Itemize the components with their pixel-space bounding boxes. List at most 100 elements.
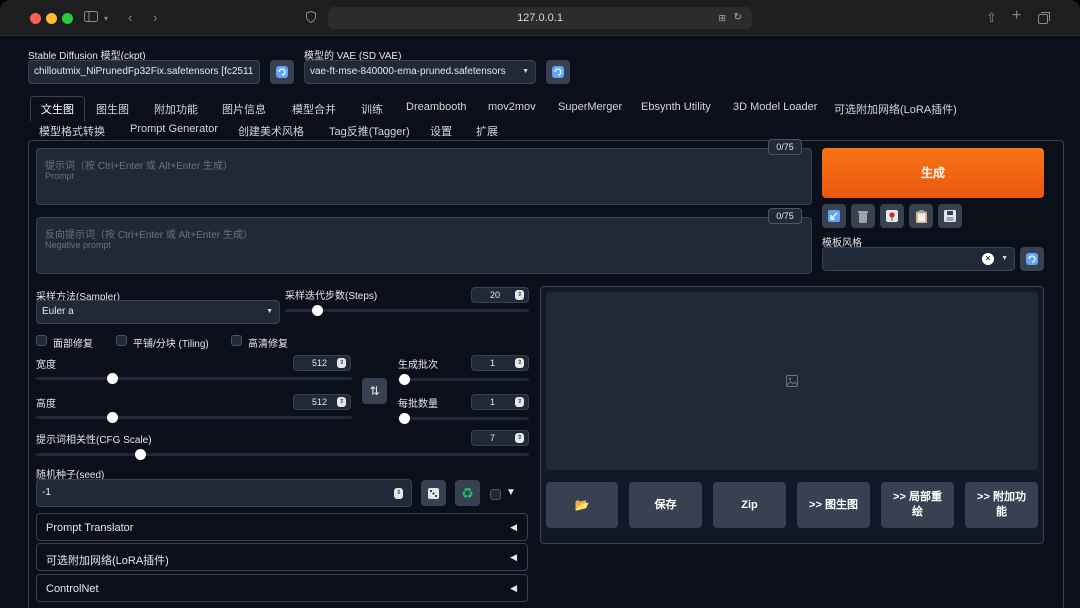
send-to-extras-button[interactable]: >> 附加功能 [965, 482, 1038, 528]
stepper-icon[interactable]: ⇕ [394, 488, 403, 499]
tab-primary-2[interactable]: 附加功能 [154, 101, 198, 117]
triangle-down-icon[interactable]: ▼ [506, 487, 516, 498]
stepper-icon[interactable]: ⇕ [515, 433, 524, 443]
batch-size-input[interactable]: 1 ⇕ [471, 394, 529, 410]
batch-count-slider-track[interactable] [398, 378, 529, 381]
tab-primary-5[interactable]: 训练 [361, 101, 383, 117]
hires-fix-checkbox[interactable] [231, 335, 242, 346]
tab-secondary-5[interactable]: 扩展 [476, 123, 498, 139]
shield-icon[interactable] [306, 10, 316, 28]
random-seed-button[interactable] [421, 480, 446, 506]
tab-primary-8[interactable]: SuperMerger [558, 101, 622, 113]
batch-size-slider-track[interactable] [398, 417, 529, 420]
tab-secondary-3[interactable]: Tag反推(Tagger) [329, 123, 410, 139]
refresh-vae-button[interactable] [546, 60, 570, 84]
steps-slider-handle[interactable] [311, 305, 323, 316]
prompt-input[interactable]: 提示词（按 Ctrl+Enter 或 Alt+Enter 生成） Prompt [36, 148, 812, 205]
vae-select[interactable]: vae-ft-mse-840000-ema-pruned.safetensors… [304, 60, 536, 84]
batch-count-slider-handle[interactable] [399, 374, 410, 385]
send-to-inpaint-button[interactable]: >> 局部重绘 [881, 482, 954, 528]
output-image-area[interactable] [546, 292, 1038, 470]
apply-style-button[interactable] [909, 204, 933, 228]
send-to-img2img-button[interactable]: >> 图生图 [797, 482, 870, 528]
maximize-window-button[interactable] [62, 13, 73, 24]
tab-txt2img[interactable]: 文生图 [30, 96, 85, 121]
floppy-disk-icon [944, 210, 956, 222]
accordion-title: ControlNet [46, 583, 99, 595]
refresh-ckpt-button[interactable] [270, 60, 294, 84]
style-select[interactable]: ✕ ▼ [822, 247, 1015, 271]
accordion-controlnet[interactable]: ControlNet ◀ [36, 574, 528, 602]
tabs-overview-icon[interactable] [1038, 11, 1050, 29]
stepper-icon[interactable]: ⇕ [337, 358, 346, 368]
clear-prompt-button[interactable] [851, 204, 875, 228]
tab-primary-3[interactable]: 图片信息 [222, 101, 266, 117]
reuse-seed-button[interactable]: ♻ [455, 480, 480, 506]
width-slider-handle[interactable] [106, 373, 118, 384]
stepper-icon[interactable]: ⇕ [515, 358, 524, 368]
read-params-button[interactable] [822, 204, 846, 228]
negative-placeholder-en: Negative prompt [45, 240, 112, 250]
chevron-down-icon: ▼ [266, 308, 273, 315]
prompt-token-counter: 0/75 [768, 139, 802, 155]
sidebar-toggle-icon[interactable] [84, 9, 98, 27]
cfg-slider-handle[interactable] [134, 449, 146, 460]
tiling-checkbox[interactable] [116, 335, 127, 346]
tab-primary-11[interactable]: 可选附加网络(LoRA插件) [834, 101, 957, 117]
translate-icon[interactable]: ⊞ [718, 7, 726, 29]
tab-secondary-4[interactable]: 设置 [430, 123, 452, 139]
stepper-icon[interactable]: ⇕ [337, 397, 346, 407]
tab-primary-7[interactable]: mov2mov [488, 101, 536, 113]
close-window-button[interactable] [30, 13, 41, 24]
tab-primary-6[interactable]: Dreambooth [406, 101, 467, 113]
tab-primary-10[interactable]: 3D Model Loader [733, 101, 817, 113]
negative-prompt-input[interactable]: 反向提示词（按 Ctrl+Enter 或 Alt+Enter 生成） Negat… [36, 217, 812, 274]
accordion-prompt-translator[interactable]: Prompt Translator ◀ [36, 513, 528, 541]
generate-button[interactable]: 生成 [822, 148, 1044, 198]
tab-secondary-1[interactable]: Prompt Generator [130, 123, 218, 135]
minimize-window-button[interactable] [46, 13, 57, 24]
save-button[interactable]: 保存 [629, 482, 702, 528]
seed-input[interactable]: -1 ⇕ [36, 479, 412, 507]
face-restore-checkbox[interactable] [36, 335, 47, 346]
cfg-label: 提示词相关性(CFG Scale) [36, 435, 152, 446]
batch-size-slider-handle[interactable] [399, 413, 410, 424]
show-extra-networks-button[interactable] [880, 204, 904, 228]
image-placeholder-icon [786, 375, 798, 387]
clear-icon[interactable]: ✕ [982, 253, 994, 265]
width-input[interactable]: 512 ⇕ [293, 355, 351, 371]
width-slider-track[interactable] [36, 377, 352, 380]
swap-dimensions-button[interactable]: ⇅ [362, 378, 387, 404]
open-folder-button[interactable]: 📂 [546, 482, 618, 528]
share-icon[interactable]: ⇧ [986, 9, 997, 27]
address-bar[interactable]: 127.0.0.1 ⊞ ↻ [328, 7, 752, 29]
accordion-lora[interactable]: 可选附加网络(LoRA插件) ◀ [36, 543, 528, 571]
tab-primary-9[interactable]: Ebsynth Utility [641, 101, 711, 113]
back-icon[interactable]: ‹ [128, 9, 132, 27]
tab-primary-4[interactable]: 模型合并 [292, 101, 336, 117]
cfg-slider-track[interactable] [36, 453, 529, 456]
ckpt-select[interactable]: chilloutmix_NiPrunedFp32Fix.safetensors … [28, 60, 260, 84]
reload-icon[interactable]: ↻ [734, 7, 742, 29]
forward-icon[interactable]: › [153, 9, 157, 27]
refresh-styles-button[interactable] [1020, 247, 1044, 271]
zip-button[interactable]: Zip [713, 482, 786, 528]
new-tab-icon[interactable]: + [1012, 7, 1021, 25]
save-style-button[interactable] [938, 204, 962, 228]
steps-input[interactable]: 20 ⇕ [471, 287, 529, 303]
cfg-input[interactable]: 7 ⇕ [471, 430, 529, 446]
height-slider-track[interactable] [36, 416, 352, 419]
stepper-icon[interactable]: ⇕ [515, 290, 524, 300]
chevron-down-icon[interactable]: ▾ [104, 10, 108, 28]
height-input[interactable]: 512 ⇕ [293, 394, 351, 410]
batch-count-input[interactable]: 1 ⇕ [471, 355, 529, 371]
webui-app: Stable Diffusion 模型(ckpt) chilloutmix_Ni… [0, 36, 1080, 608]
extra-seed-checkbox[interactable] [490, 489, 501, 500]
sampler-select[interactable]: Euler a ▼ [36, 300, 280, 324]
tab-secondary-2[interactable]: 创建美术风格 [238, 123, 304, 139]
tab-primary-1[interactable]: 图生图 [96, 101, 129, 117]
tab-secondary-0[interactable]: 模型格式转换 [39, 123, 105, 139]
height-slider-handle[interactable] [106, 412, 118, 423]
stepper-icon[interactable]: ⇕ [515, 397, 524, 407]
chevron-down-icon: ▼ [1001, 255, 1008, 262]
